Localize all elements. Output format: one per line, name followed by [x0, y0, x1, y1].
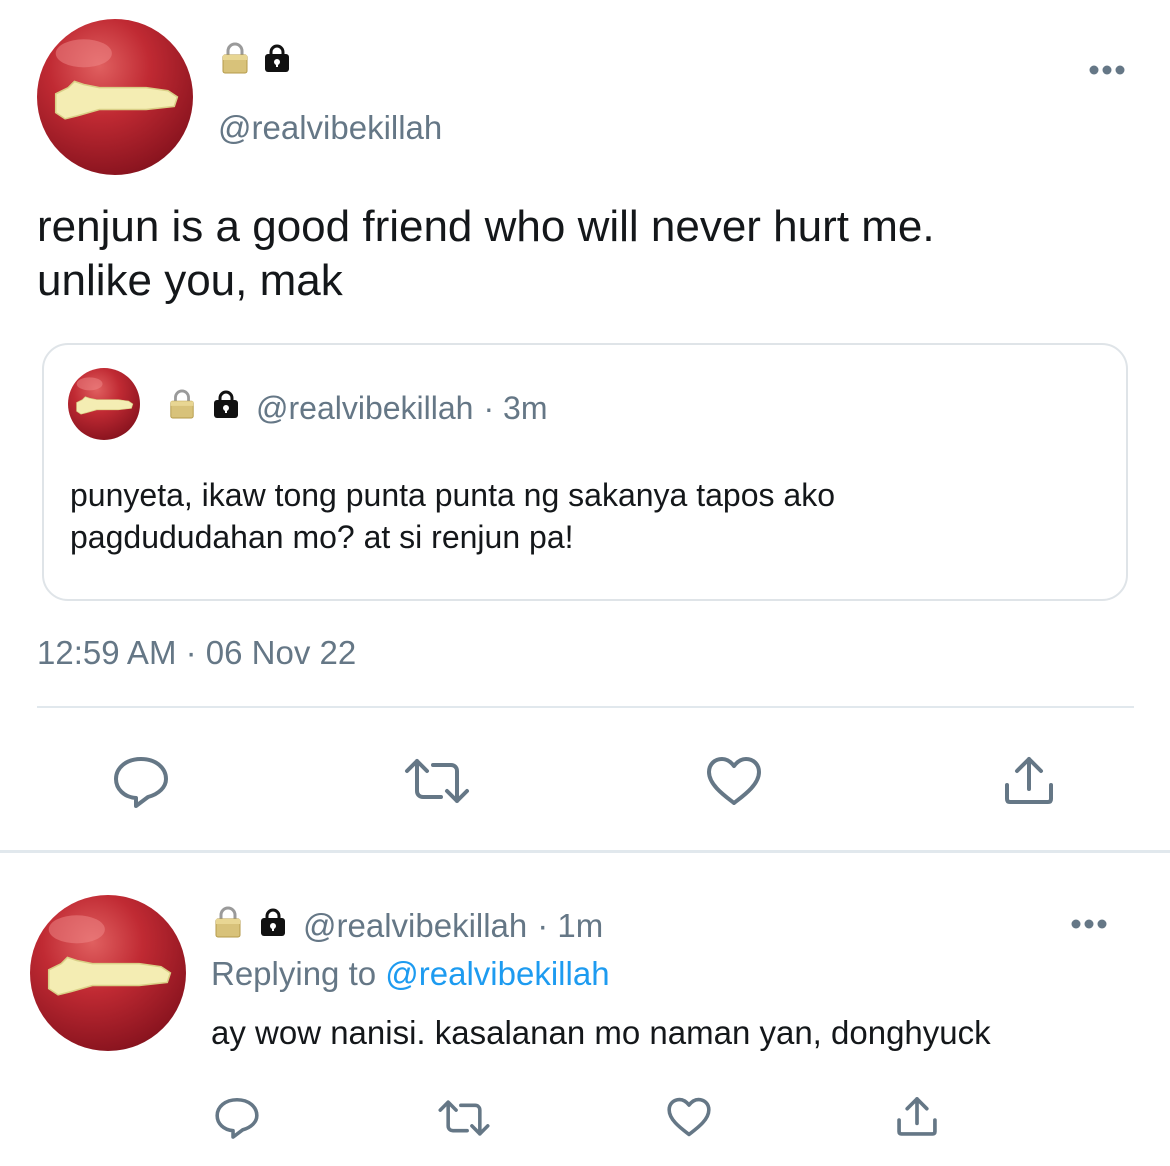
- section-divider: [0, 850, 1170, 853]
- tweet-text: renjun is a good friend who will never h…: [37, 200, 935, 308]
- lock-black-icon: [257, 907, 289, 945]
- share-icon[interactable]: [895, 1094, 939, 1138]
- quoted-header: @realvibekillah · 3m: [168, 388, 547, 428]
- like-icon[interactable]: [705, 755, 763, 807]
- divider: [37, 706, 1134, 708]
- quoted-text: punyeta, ikaw tong punta punta ng sakany…: [70, 474, 835, 558]
- quoted-tweet[interactable]: [42, 343, 1128, 601]
- replying-to-label: Replying to: [211, 955, 377, 992]
- reply-icon[interactable]: [214, 1096, 260, 1140]
- quoted-text-line: pagdududahan mo? at si renjun pa!: [70, 519, 574, 555]
- display-name: [220, 42, 292, 78]
- user-handle[interactable]: @realvibekillah: [218, 106, 442, 150]
- quoted-avatar: [68, 368, 140, 440]
- more-horizontal-icon[interactable]: [1088, 63, 1128, 77]
- quoted-handle: @realvibekillah: [256, 389, 474, 426]
- retweet-icon[interactable]: [437, 1099, 491, 1137]
- tweet-text-line: unlike you, mak: [37, 256, 343, 305]
- lock-black-icon: [210, 389, 242, 427]
- more-horizontal-icon[interactable]: [1070, 917, 1110, 931]
- reply-header: @realvibekillah · 1m: [213, 905, 603, 947]
- avatar[interactable]: [37, 19, 193, 175]
- replying-to-link[interactable]: @realvibekillah: [385, 955, 609, 992]
- like-icon[interactable]: [666, 1096, 712, 1138]
- padlock-gold-icon: [213, 905, 243, 947]
- quoted-text-line: punyeta, ikaw tong punta punta ng sakany…: [70, 477, 835, 513]
- share-icon[interactable]: [1002, 753, 1056, 807]
- reply-icon[interactable]: [112, 755, 170, 809]
- reply-handle[interactable]: @realvibekillah: [303, 907, 527, 945]
- tweet-timestamp[interactable]: 12:59 AM · 06 Nov 22: [37, 632, 356, 674]
- replying-to: Replying to @realvibekillah: [211, 953, 610, 995]
- padlock-gold-icon: [168, 388, 196, 428]
- tweet-text-line: renjun is a good friend who will never h…: [37, 202, 935, 251]
- reply-avatar[interactable]: [30, 895, 186, 1051]
- lock-black-icon: [262, 43, 292, 78]
- quoted-time: · 3m: [483, 389, 548, 426]
- retweet-icon[interactable]: [403, 757, 471, 805]
- padlock-gold-icon: [220, 41, 250, 80]
- reply-time: · 1m: [537, 907, 604, 944]
- reply-text: ay wow nanisi. kasalanan mo naman yan, d…: [211, 1014, 991, 1051]
